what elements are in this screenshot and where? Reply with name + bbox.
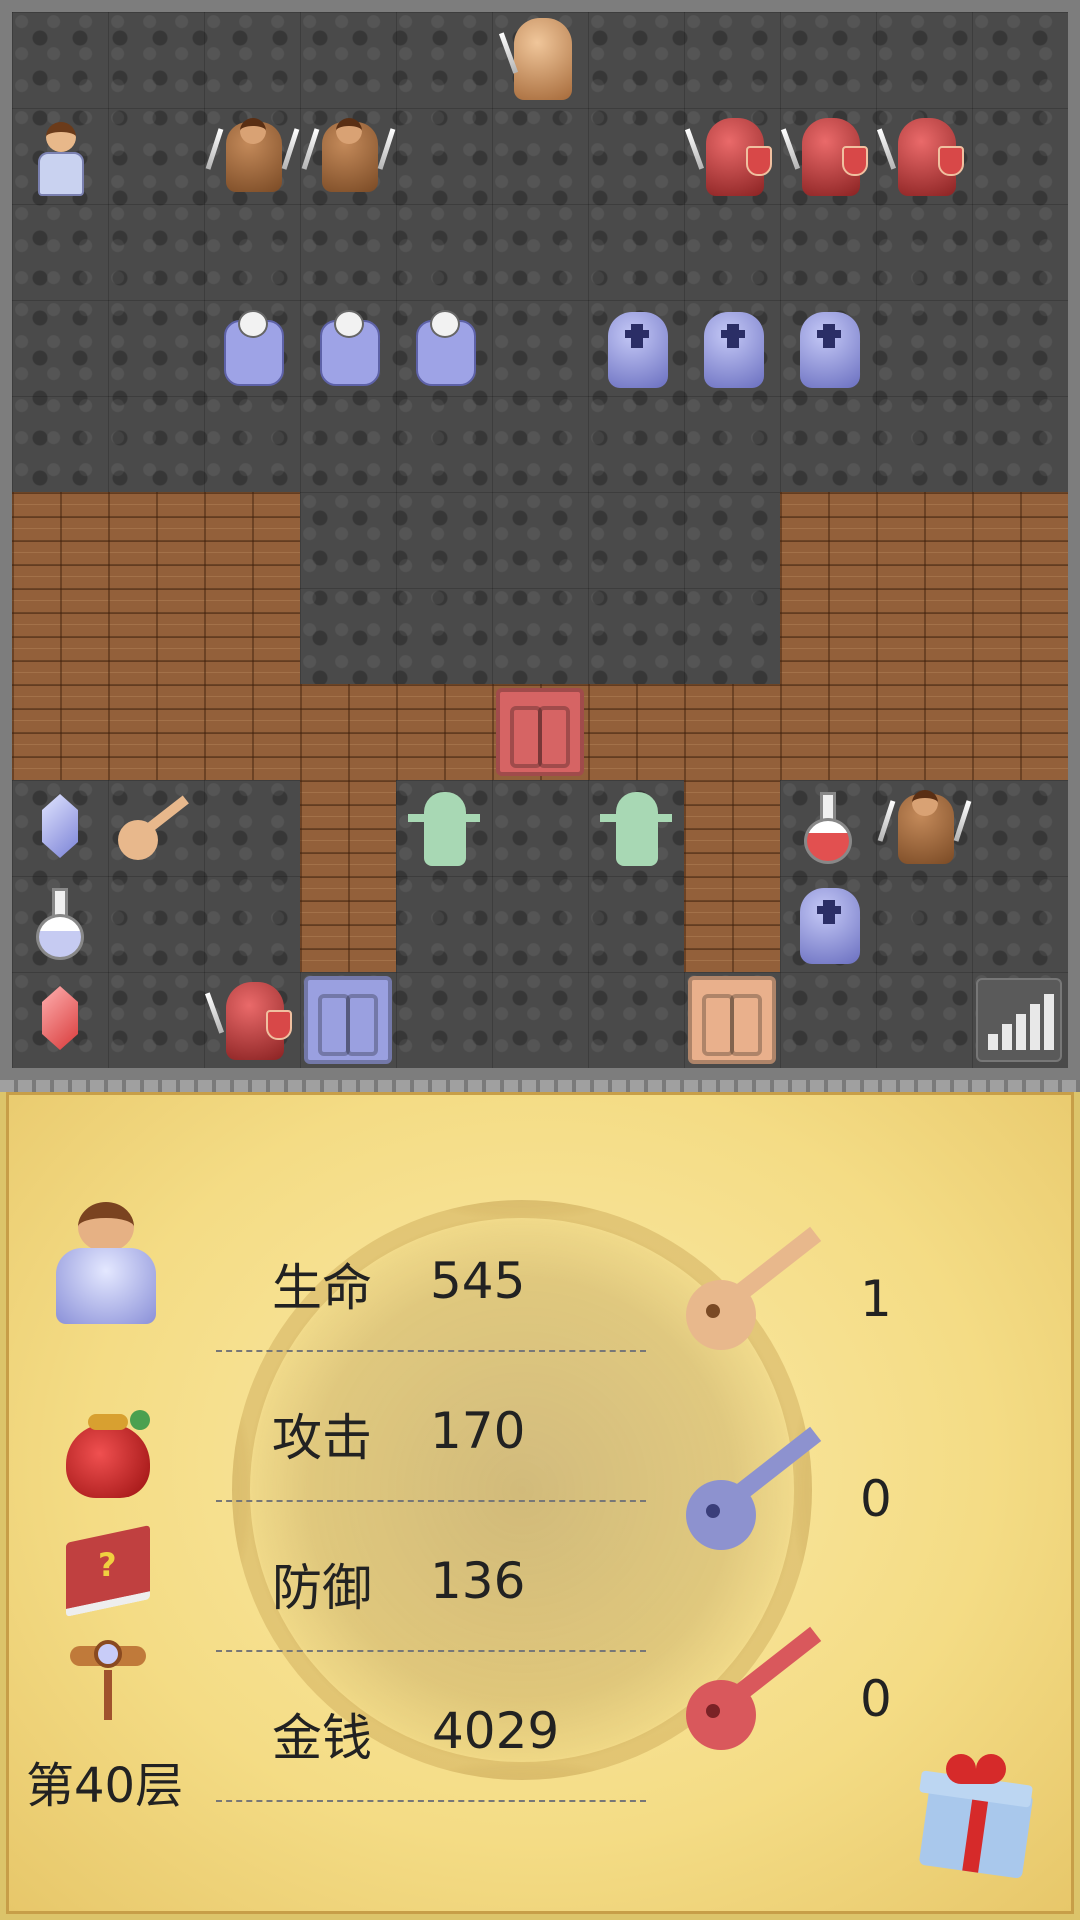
tan-knight-enemy[interactable]: [492, 12, 588, 108]
wall-block: [12, 492, 300, 780]
red-knight-enemy[interactable]: [780, 108, 876, 204]
red-knight-enemy[interactable]: [204, 972, 300, 1068]
red-key-icon: [680, 1626, 830, 1760]
red-knight-enemy[interactable]: [684, 108, 780, 204]
wall-block: [684, 780, 780, 972]
gift-box-icon[interactable]: [912, 1748, 1042, 1879]
hp-label: 生命: [272, 1259, 372, 1317]
skeleton-enemy[interactable]: [396, 300, 492, 396]
zombie-enemy[interactable]: [396, 780, 492, 876]
blue-door[interactable]: [300, 972, 396, 1068]
zombie-enemy[interactable]: [588, 780, 684, 876]
monster-book-icon[interactable]: ?: [62, 1524, 154, 1617]
blue-potion-item[interactable]: [12, 876, 108, 972]
panel-border: [0, 1080, 1080, 1092]
attack-label: 攻击: [272, 1409, 372, 1467]
yellow-key-count: 1: [860, 1270, 892, 1328]
yellow-key-icon: [680, 1226, 830, 1360]
blue-knight-enemy[interactable]: [588, 300, 684, 396]
red-key-count: 0: [860, 1670, 892, 1728]
signal-icon[interactable]: [972, 972, 1068, 1068]
wall-block: [780, 492, 1068, 780]
defense-label: 防御: [272, 1559, 372, 1617]
red-gem-item[interactable]: [12, 972, 108, 1068]
fly-wand-icon[interactable]: [66, 1640, 150, 1724]
attack-value: 170: [430, 1402, 526, 1460]
hero-portrait-icon[interactable]: [38, 1198, 178, 1338]
defense-value: 136: [430, 1552, 526, 1610]
blue-key-count: 0: [860, 1470, 892, 1528]
red-potion-item[interactable]: [780, 780, 876, 876]
blue-knight-enemy[interactable]: [780, 876, 876, 972]
divider: [216, 1350, 646, 1352]
hp-value: 545: [430, 1252, 526, 1310]
skeleton-enemy[interactable]: [204, 300, 300, 396]
blue-knight-enemy[interactable]: [684, 300, 780, 396]
lucky-bag-icon[interactable]: [60, 1408, 156, 1500]
divider: [216, 1500, 646, 1502]
brown-warrior-enemy[interactable]: [876, 780, 972, 876]
red-knight-enemy[interactable]: [876, 108, 972, 204]
wall-block: [300, 780, 396, 972]
divider: [216, 1650, 646, 1652]
map-floor: [12, 12, 1068, 1068]
brown-warrior-enemy[interactable]: [300, 108, 396, 204]
floor-label: 第40层: [26, 1758, 184, 1814]
blue-knight-enemy[interactable]: [780, 300, 876, 396]
gold-label: 金钱: [272, 1709, 372, 1767]
gold-value: 4029: [432, 1702, 560, 1760]
yellow-door[interactable]: [684, 972, 780, 1068]
game-map: [0, 0, 1080, 1080]
blue-key-icon: [680, 1426, 830, 1560]
skeleton-enemy[interactable]: [300, 300, 396, 396]
brown-warrior-enemy[interactable]: [204, 108, 300, 204]
yellow-key-item[interactable]: [108, 780, 204, 876]
hero-player[interactable]: [12, 108, 108, 204]
red-door[interactable]: [492, 684, 588, 780]
blue-gem-item[interactable]: [12, 780, 108, 876]
divider: [216, 1800, 646, 1802]
